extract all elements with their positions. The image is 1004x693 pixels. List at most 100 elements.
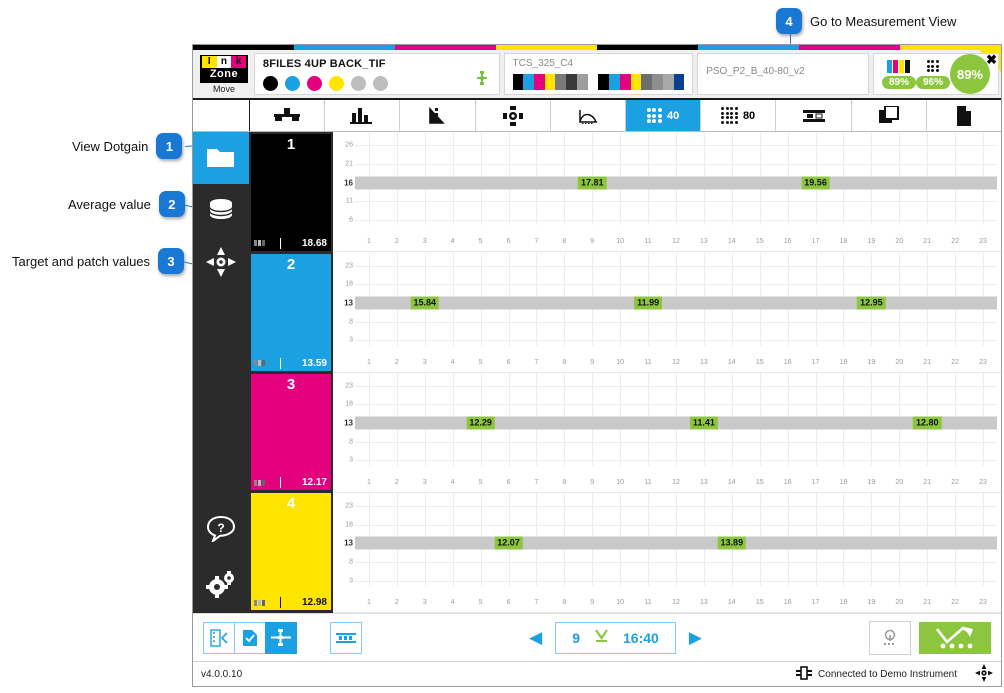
nav-settings[interactable] <box>193 555 249 613</box>
profile-info-cell[interactable]: PSO_P2_B_40-80_v2 <box>697 53 869 95</box>
tab-dotgain80[interactable]: 80 <box>701 100 777 131</box>
chart-x-tick: 18 <box>839 599 848 606</box>
nav-calibrate[interactable] <box>193 236 249 288</box>
chart-x-tick: 11 <box>644 358 652 366</box>
chart-x-tick: 3 <box>422 599 427 606</box>
close-icon[interactable]: ✖ <box>986 52 997 68</box>
lamp-button[interactable] <box>869 620 912 655</box>
chart-plot-area: 1 2 3 4 5 6 7 8 9 10 11 12 13 14 15 16 17 18 19 20 21 22 23 17.… <box>355 132 997 251</box>
chart-x-tick: 14 <box>727 238 736 246</box>
nav-job[interactable] <box>193 132 249 184</box>
chart-y-tick: 8 <box>349 558 353 566</box>
chart-patch-value[interactable]: 12.80 <box>912 416 942 430</box>
nav-database[interactable] <box>193 184 249 236</box>
callout-4-badge: 4 <box>776 8 802 34</box>
chart-x-tick: 16 <box>783 478 792 486</box>
chart-x-tick: 19 <box>867 478 876 486</box>
chart-x-tick: 6 <box>506 599 511 606</box>
chart-x-tick: 21 <box>923 599 932 606</box>
register-button[interactable] <box>265 621 297 654</box>
tab-overlay[interactable] <box>852 100 927 131</box>
target-icon[interactable] <box>975 663 993 685</box>
chart-patch-value[interactable]: 19.56 <box>801 176 830 190</box>
chart-x-tick: 16 <box>783 358 792 366</box>
chart-x-tick: 15 <box>755 358 764 366</box>
chart-x-tick: 4 <box>450 478 455 486</box>
chart-y-tick: 18 <box>345 521 353 529</box>
callout-3: Target and patch values 3 <box>12 248 185 274</box>
callout-1-label: View Dotgain <box>72 138 149 154</box>
ink-dot[interactable] <box>262 75 278 91</box>
strip-swatch <box>523 74 534 90</box>
tab-dotgain40[interactable]: 40 <box>626 100 702 131</box>
channel-footer: 18.68 <box>251 237 331 251</box>
chart-x-tick: 13 <box>700 238 708 246</box>
chart-patch-value[interactable]: 11.99 <box>634 296 663 310</box>
chart-x-tick: 23 <box>979 599 987 606</box>
color-bars-icon <box>887 59 911 73</box>
strip-info-cell[interactable]: TCS_325_C4 <box>503 53 694 95</box>
chart-patch-value[interactable]: 17.81 <box>577 176 607 190</box>
chart-y-axis: 23 18 13 8 3 <box>333 373 355 492</box>
kpi-dotgain-value: 96% <box>915 76 950 89</box>
ink-dot[interactable] <box>328 75 344 91</box>
channel-thumbnail[interactable]: 3 12.17 <box>251 373 331 491</box>
kpi-cell: 89% 96% 89% <box>872 53 999 95</box>
callout-2-label: Average value <box>68 196 151 212</box>
chart-patch-value[interactable]: 11.41 <box>689 416 718 430</box>
chart-x-tick: 11 <box>644 238 652 246</box>
sheet-check-button[interactable] <box>234 621 266 654</box>
chart-x-tick: 3 <box>422 238 427 246</box>
tab-density[interactable] <box>400 100 476 131</box>
download-arrow-icon[interactable] <box>594 629 609 646</box>
ink-dot[interactable] <box>372 75 388 91</box>
chart-x-tick: 3 <box>422 358 427 366</box>
channel-thumbnail[interactable]: 1 18.68 <box>251 134 331 251</box>
tab-inkkey[interactable] <box>250 100 326 131</box>
tab-report[interactable] <box>927 100 1001 131</box>
kpi-dotgain[interactable]: 96% <box>915 59 950 89</box>
sheet-number: 9 <box>572 629 580 646</box>
ink-dot[interactable] <box>284 75 300 91</box>
ink-dot[interactable] <box>306 75 322 91</box>
chart-x-tick: 14 <box>727 478 736 486</box>
logo-letters: I n k <box>201 56 246 68</box>
ink-dots <box>262 75 491 91</box>
chart-patch-value[interactable]: 12.95 <box>857 296 886 310</box>
nav-help[interactable]: ? <box>193 503 249 555</box>
chart-x-tick: 11 <box>644 478 652 486</box>
kpi-density[interactable]: 89% <box>881 59 916 89</box>
channel-thumbnail[interactable]: 2 13.59 <box>251 253 331 371</box>
channel-average-value: 13.59 <box>280 357 327 369</box>
strip-swatch <box>544 74 556 90</box>
channel-thumbnail[interactable]: 4 12.98 <box>251 493 331 610</box>
channel-footer: 12.98 <box>251 596 331 610</box>
prev-sheet-button[interactable]: ◀ <box>524 628 547 648</box>
chart-patch-value[interactable]: 15.84 <box>410 296 440 310</box>
ink-dot[interactable] <box>350 75 366 91</box>
dotgain-icon <box>254 360 265 366</box>
tab-curve[interactable] <box>551 100 627 131</box>
callout-2: Average value 2 <box>68 191 185 217</box>
chart-x-tick: 16 <box>783 238 792 246</box>
application-window: ✖ I n k Zone Move 8FILES 4UP BACK_TIF TC… <box>192 44 1002 687</box>
strip-select-button[interactable] <box>203 621 235 654</box>
instrument-icon <box>795 665 813 683</box>
profile-name: PSO_P2_B_40-80_v2 <box>706 66 805 77</box>
tab-bars[interactable] <box>325 100 401 131</box>
next-sheet-button[interactable]: ▶ <box>684 628 707 648</box>
tab-register[interactable] <box>476 100 551 131</box>
chart-patch-value[interactable]: 12.07 <box>494 536 523 550</box>
strip-swatch <box>641 74 653 90</box>
chart-x-tick: 21 <box>923 238 932 246</box>
job-info-cell[interactable]: 8FILES 4UP BACK_TIF <box>253 53 500 95</box>
chart-y-tick: 26 <box>345 141 353 149</box>
sheet-selector[interactable]: 9 16:40 <box>555 621 676 654</box>
zones-button[interactable] <box>330 621 362 654</box>
chart-patch-value[interactable]: 12.29 <box>466 416 495 430</box>
tab-balance[interactable] <box>776 100 852 131</box>
measure-button[interactable] <box>919 621 992 654</box>
chart-patch-value[interactable]: 13.89 <box>717 536 747 550</box>
chart-x-tick: 6 <box>506 358 511 366</box>
chart-x-tick: 2 <box>394 478 399 486</box>
